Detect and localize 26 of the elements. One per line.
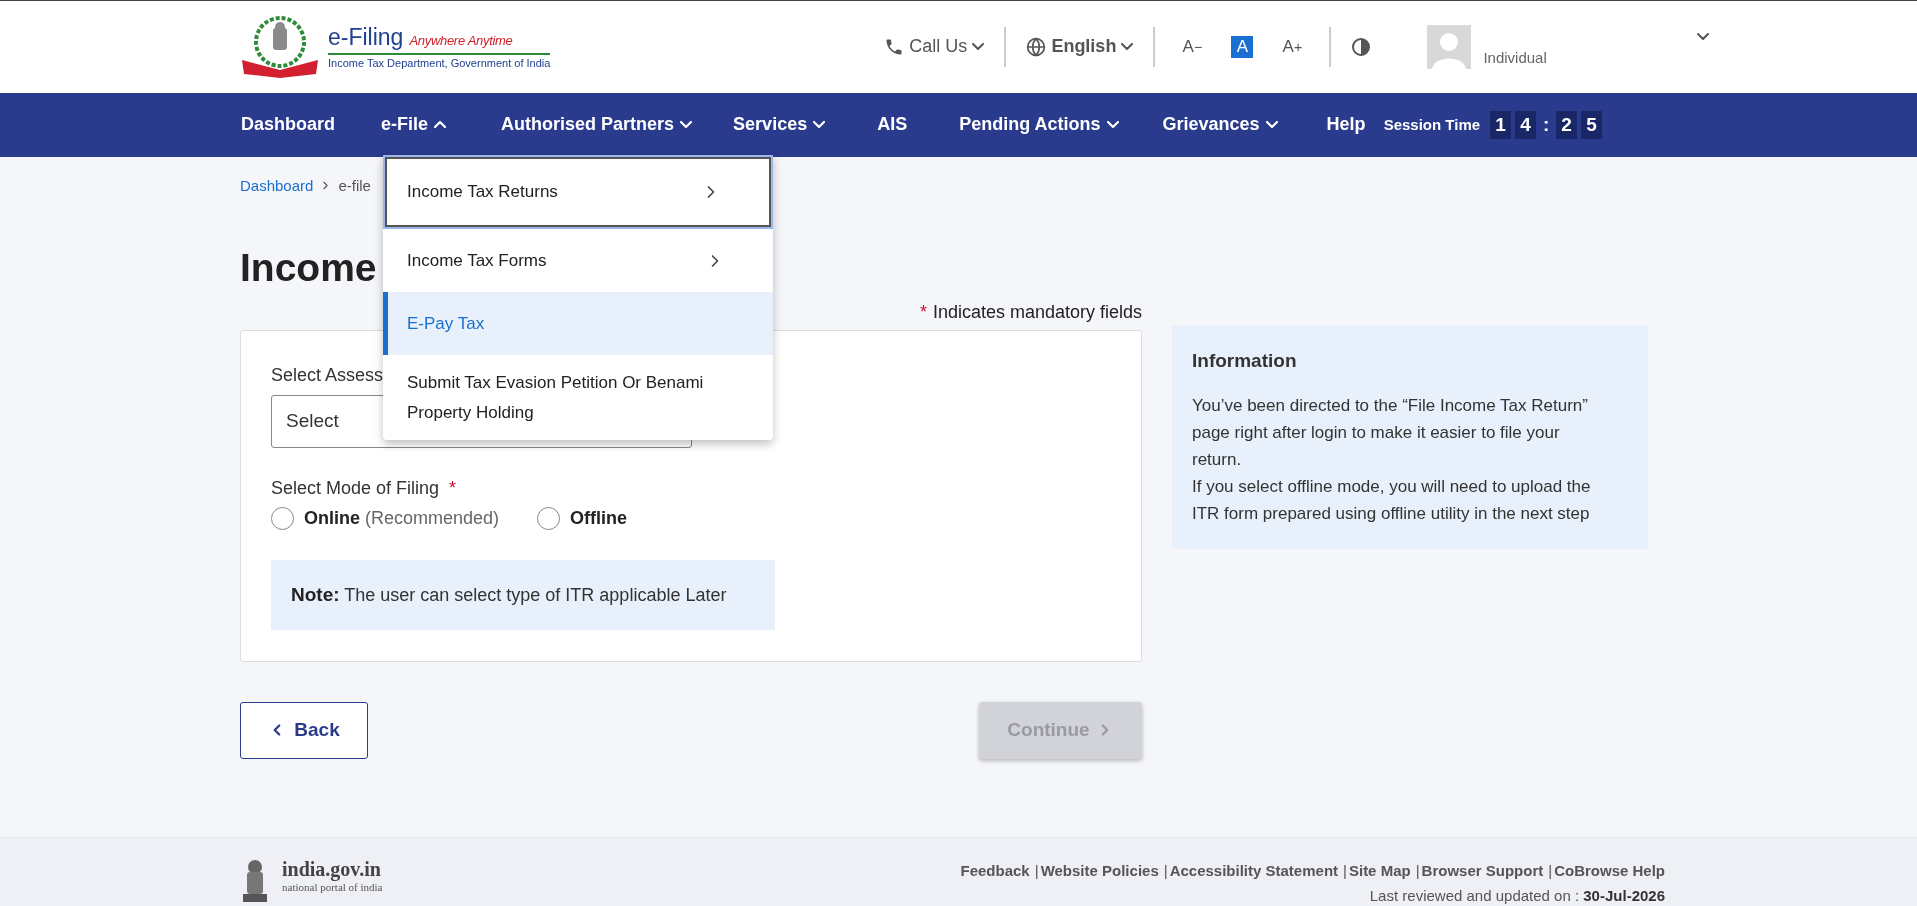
field-label: Select Assess xyxy=(271,364,384,386)
timer-digit: 2 xyxy=(1556,110,1578,139)
note-text: Note: The user can select type of ITR applicable Later xyxy=(271,559,775,630)
timer-digit: 5 xyxy=(1581,110,1603,139)
timer-digit: 4 xyxy=(1515,110,1537,139)
user-role: Individual xyxy=(1483,49,1547,67)
field-label: Select Mode of Filing * xyxy=(271,477,458,499)
logo-title: e-Filing xyxy=(328,24,404,52)
info-text: You’ve been directed to the “File Income Tax Return” page right after login to make it easier to file your return. xyxy=(1192,394,1589,471)
link-separator: | xyxy=(1415,862,1420,879)
link-separator: | xyxy=(1343,862,1347,879)
timer-digit: 1 xyxy=(1490,110,1512,139)
mandatory-note: * Indicates mandatory fields xyxy=(919,301,1142,323)
required-mark: * xyxy=(449,477,457,498)
info-title: Information xyxy=(1192,349,1298,372)
logo-tagline: Anywhere Anytime xyxy=(409,33,513,49)
timer-separator: : xyxy=(1541,113,1551,136)
page-title: Income xyxy=(240,245,377,290)
portal-tagline: national portal of india xyxy=(282,881,383,893)
link-separator: | xyxy=(1548,862,1553,879)
session-label: Session Time xyxy=(1383,116,1481,134)
link-separator: | xyxy=(1163,862,1168,879)
info-text: If you select offline mode, you will need to upload the ITR form prepared using offline utility in the next step xyxy=(1192,475,1592,525)
link-separator: | xyxy=(1034,862,1039,879)
logo-subtitle: Income Tax Department, Government of India xyxy=(328,57,551,70)
last-updated: Last reviewed and updated on : 30-Jul-2026 xyxy=(1369,887,1665,904)
